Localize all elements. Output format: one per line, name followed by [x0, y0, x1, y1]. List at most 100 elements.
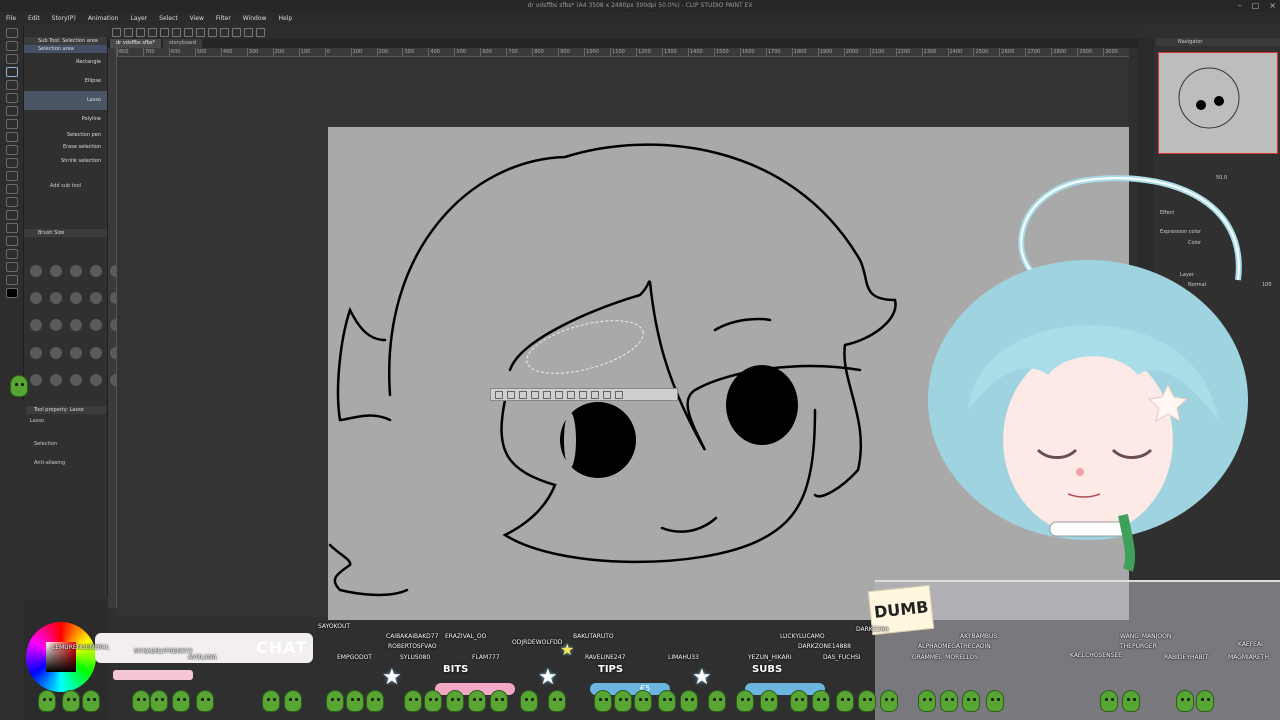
- mascot-icon: [940, 690, 958, 712]
- mascot-icon: [38, 690, 56, 712]
- mascot-icon: [62, 690, 80, 712]
- navigator-thumbnail: [1178, 67, 1240, 129]
- viewer-name: KAELCHOSENSEE: [1070, 652, 1122, 659]
- viewer-name: RABIDEYHABIT: [1164, 654, 1209, 661]
- mascot-icon: [760, 690, 778, 712]
- viewer-name: SYLUS080: [400, 654, 431, 661]
- mascot-icon: [326, 690, 344, 712]
- star-icon: ★: [538, 665, 558, 690]
- mascot-icon: [858, 690, 876, 712]
- fill-icon[interactable]: [591, 391, 599, 399]
- avatar-green-strand: [1118, 514, 1136, 572]
- mascot-icon: [634, 690, 652, 712]
- avatar-choker: [1049, 521, 1129, 537]
- viewer-name: EMPGODOT: [337, 654, 372, 661]
- mascot-icon: [82, 690, 100, 712]
- viewer-name: LEMURENGENERAL: [52, 644, 110, 651]
- mascot-icon: [1196, 690, 1214, 712]
- viewer-name: FLAM777: [472, 654, 500, 661]
- mascot-icon: [680, 690, 698, 712]
- left-eye-highlight: [564, 412, 576, 468]
- thumb-eye-left: [1196, 100, 1206, 110]
- mascot-icon: [614, 690, 632, 712]
- mascot-icon: [132, 690, 150, 712]
- invert-icon[interactable]: [519, 391, 527, 399]
- tips-label: TIPS: [598, 664, 624, 675]
- mascot-icon: [1122, 690, 1140, 712]
- chat-label: CHAT: [256, 638, 308, 657]
- mascot-icon: [548, 690, 566, 712]
- mascot-icon: [658, 690, 676, 712]
- mascot-icon: [468, 690, 486, 712]
- avatar-nose: [1076, 468, 1084, 476]
- bits-label: BITS: [443, 664, 469, 675]
- expand-icon[interactable]: [531, 391, 539, 399]
- viewer-name: DARKZONE14888: [798, 643, 851, 650]
- mascot-icon: [708, 690, 726, 712]
- viewer-name: ROBERTOSFVAO: [388, 643, 437, 650]
- viewer-name: LIMAHU33: [668, 654, 699, 661]
- shrink-icon[interactable]: [543, 391, 551, 399]
- mascot-icon: [346, 690, 364, 712]
- clear-icon[interactable]: [555, 391, 563, 399]
- mascot-icon: [962, 690, 980, 712]
- viewer-name: WANG_MANJOON: [1120, 633, 1172, 640]
- navigator-preview[interactable]: [1158, 52, 1278, 154]
- viewer-name: CAIBAKAIBAKD77: [386, 633, 439, 640]
- scale-icon[interactable]: [579, 391, 587, 399]
- mascot-icon: [520, 690, 538, 712]
- mascot-icon: [594, 690, 612, 712]
- thumb-head: [1178, 67, 1240, 129]
- mascot-icon: [1100, 690, 1118, 712]
- mascot-icon: [172, 690, 190, 712]
- mascot-icon: [1176, 690, 1194, 712]
- mascot-icon: [490, 690, 508, 712]
- viewer-name: SAYOKOUT: [318, 623, 351, 630]
- viewer-name: DARKZ26A: [856, 626, 889, 633]
- mascot-icon: [262, 690, 280, 712]
- mascot-icon: [836, 690, 854, 712]
- mascot-icon: [10, 375, 28, 397]
- settings-icon[interactable]: [615, 391, 623, 399]
- navigator-header: Navigator: [1156, 38, 1280, 46]
- viewer-name: THEPURGER: [1120, 643, 1157, 650]
- viewer-name: ERAZIVAL_OO: [445, 633, 487, 640]
- chat-pill: [113, 670, 193, 680]
- star-icon: ★: [692, 665, 712, 690]
- thumb-eye-right: [1214, 96, 1224, 106]
- avatar-face: [1003, 345, 1173, 535]
- viewer-name: KAEFEAI: [1238, 641, 1263, 648]
- viewer-name: RAVELINE247: [585, 654, 626, 661]
- mascot-icon: [150, 690, 168, 712]
- viewer-name: MYKAENLYFRENKY3: [134, 648, 193, 655]
- viewer-name: GRAMMEL_MORELLOS: [912, 654, 979, 661]
- mascot-icon: [196, 690, 214, 712]
- subs-label: SUBS: [752, 664, 783, 675]
- viewer-name: BAKUTARUTO: [573, 633, 614, 640]
- mascot-icon: [424, 690, 442, 712]
- star-icon: ★: [382, 665, 402, 690]
- vtuber-avatar: [928, 175, 1248, 572]
- mascot-icon: [790, 690, 808, 712]
- viewer-name: YEZUN_HIKARI: [748, 654, 792, 661]
- mascot-icon: [812, 690, 830, 712]
- viewer-name: ODJRDEWOLFDD: [512, 639, 563, 646]
- mascot-icon: [736, 690, 754, 712]
- viewer-name: AVOLANA: [188, 654, 217, 661]
- crop-icon[interactable]: [507, 391, 515, 399]
- mascot-icon: [918, 690, 936, 712]
- viewer-name: MAGMIARETH: [1228, 654, 1270, 661]
- mascot-icon: [366, 690, 384, 712]
- copy-paste-icon[interactable]: [567, 391, 575, 399]
- viewer-name: AKYBAMBUS: [960, 633, 998, 640]
- mascot-icon: [284, 690, 302, 712]
- viewer-name: DAS_FUCHSI: [823, 654, 861, 661]
- mascot-icon: [986, 690, 1004, 712]
- deselect-icon[interactable]: [495, 391, 503, 399]
- mascot-icon: [404, 690, 422, 712]
- new-tone-icon[interactable]: [603, 391, 611, 399]
- selection-launcher: [490, 388, 678, 401]
- viewer-name: ALPHAOMEGATHECAOIN: [918, 643, 991, 650]
- mascot-icon: [880, 690, 898, 712]
- viewer-name: LUCKYLUCAMO: [780, 633, 825, 640]
